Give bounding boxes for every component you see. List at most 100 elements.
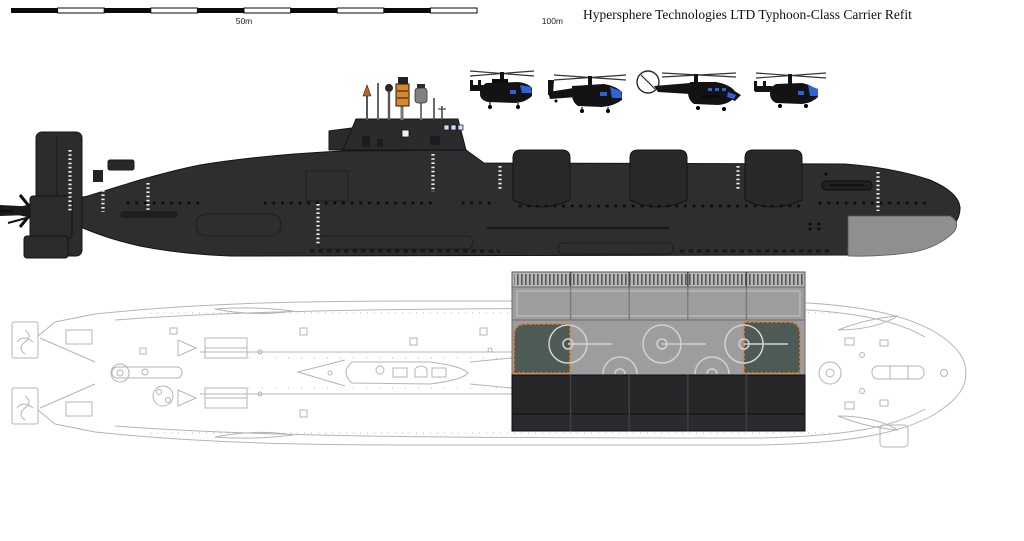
bow-sonar-dome — [847, 215, 958, 257]
scale-seg — [197, 8, 244, 13]
sail-hatch — [362, 136, 370, 147]
tail-boom — [755, 86, 772, 92]
plan-hull-outline — [37, 300, 967, 446]
sail-window — [450, 124, 457, 131]
plan-bow-capstan — [818, 361, 842, 385]
plan-stern-fin — [39, 337, 96, 363]
wheel-icon — [606, 109, 610, 113]
mast-ball-sensor — [385, 84, 393, 92]
scale-seg — [383, 8, 431, 13]
plan-propeller — [16, 329, 34, 355]
side-window — [510, 90, 516, 94]
scale-seg — [429, 7, 478, 14]
deck-dark-row — [511, 374, 806, 415]
side-window — [600, 92, 607, 96]
scale-seg — [243, 7, 292, 14]
plan-sail-detail — [392, 367, 408, 378]
helicopter-3 — [636, 70, 741, 111]
plan-prop-housing — [11, 321, 39, 359]
plan-dot — [859, 388, 865, 394]
plan-fairing-slot — [837, 315, 899, 331]
plan-small-hatch — [844, 401, 855, 410]
deck-hangars — [512, 149, 803, 208]
plan-small-hatch — [299, 327, 308, 336]
hangar-1 — [512, 149, 571, 208]
side-window — [715, 88, 719, 91]
scale-seg — [11, 8, 58, 13]
side-window — [722, 88, 726, 91]
scale-seg — [57, 7, 105, 14]
snorkel-cap — [417, 84, 425, 88]
plan-small-hatch — [139, 347, 147, 355]
tail-rotor-blade — [640, 74, 656, 90]
plan-stern-box — [65, 401, 93, 417]
plan-stern-fin — [39, 383, 96, 409]
tail-fin-assembly — [23, 131, 83, 259]
plan-triangle-marker — [177, 339, 198, 357]
deck-elevator-right — [743, 321, 801, 374]
wheel-icon — [778, 104, 782, 108]
deck-walkway-hatching — [514, 274, 803, 285]
plan-casing-wedge — [296, 359, 346, 387]
plan-small-hatch — [844, 337, 855, 346]
blueprint-canvas: 50m 100m Hypersphere Technologies LTD Ty… — [0, 7, 967, 448]
scale-seg — [150, 7, 198, 14]
wheel-icon — [722, 107, 726, 111]
sail-hatch — [377, 139, 383, 147]
plan-small-hatch — [879, 339, 889, 347]
helicopter-2 — [548, 74, 627, 113]
plan-dot — [487, 347, 493, 353]
plan-dot — [859, 352, 865, 358]
plan-capstan-dot — [165, 397, 171, 403]
blueprint-page: 50m 100m Hypersphere Technologies LTD Ty… — [0, 0, 1024, 541]
stub-wing — [702, 95, 719, 98]
scale-bar-segments — [11, 7, 478, 14]
tail-boom — [654, 83, 690, 94]
side-window — [708, 88, 712, 91]
sail-window — [443, 124, 450, 131]
plan-fairing-slot — [837, 415, 899, 431]
sail-window — [401, 129, 410, 138]
side-window — [798, 91, 804, 95]
plan-propeller — [16, 395, 34, 421]
hull-side — [38, 149, 961, 257]
plan-bow-dot — [940, 369, 948, 377]
snorkel-head — [414, 87, 428, 104]
plan-sail-detail — [414, 365, 428, 378]
scale-seg — [336, 7, 385, 14]
submarine-side-view — [0, 77, 961, 259]
wheel-icon — [516, 105, 520, 109]
scale-seg — [290, 8, 338, 13]
plan-sail-detail — [375, 365, 385, 375]
hull-fitting — [120, 211, 178, 218]
wheel-icon — [804, 104, 808, 108]
wheel-icon — [488, 105, 492, 109]
scale-seg — [104, 8, 151, 13]
wheel-icon — [580, 109, 584, 113]
plan-prop-housing — [11, 387, 39, 425]
hangar-2 — [629, 149, 688, 208]
plan-hatch-circle — [116, 369, 124, 377]
plan-triangle-marker — [177, 389, 198, 407]
plan-small-hatch — [479, 327, 488, 336]
plan-capstan-dot — [156, 389, 162, 395]
plan-small-hatch — [299, 409, 308, 418]
plan-capstan — [152, 385, 174, 407]
radar-box — [395, 83, 410, 107]
tail-wheel-icon — [554, 99, 558, 103]
plan-casing-line — [469, 357, 513, 389]
helicopter-4 — [754, 72, 827, 108]
radar-box-cap — [398, 77, 408, 84]
plan-sail-detail — [431, 367, 447, 378]
sail — [328, 118, 467, 151]
plan-pod-detail — [141, 368, 149, 376]
deck-panel-row — [511, 286, 806, 321]
helicopter-1 — [469, 70, 535, 109]
plan-stern-box — [65, 329, 93, 345]
mast-orange-tip — [362, 84, 372, 97]
plan-small-hatch — [879, 399, 889, 407]
mast-array — [362, 77, 446, 120]
plan-small-hatch — [169, 327, 178, 335]
flight-deck-structure — [511, 271, 806, 432]
plan-dot — [327, 370, 333, 376]
